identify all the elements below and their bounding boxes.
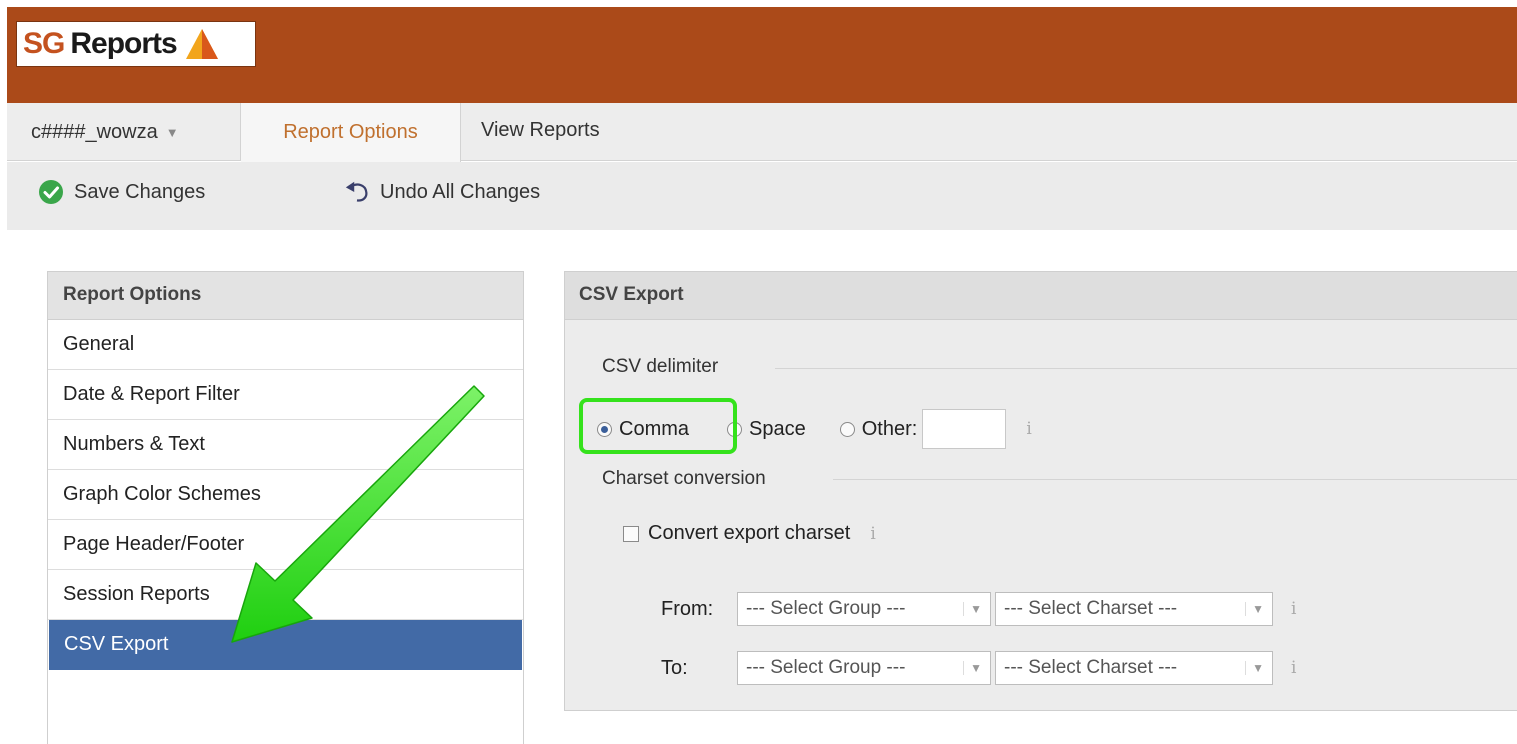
tab-report-options-label: Report Options <box>283 121 418 143</box>
sidebar-item-csv-export[interactable]: CSV Export <box>49 620 522 670</box>
charset-conversion-legend: Charset conversion <box>602 468 766 489</box>
radio-space-label: Space <box>749 417 806 440</box>
logo-mark-icon <box>185 29 218 59</box>
chevron-down-icon: ▼ <box>165 124 179 140</box>
convert-charset-row: Convert export charset i <box>623 522 876 545</box>
sidebar-title: Report Options <box>48 272 523 320</box>
chevron-down-icon: ▼ <box>1245 661 1264 675</box>
delimiter-option-space[interactable]: Space <box>727 418 806 441</box>
app-logo[interactable]: SG Reports <box>16 21 256 67</box>
from-group-select[interactable]: --- Select Group --- ▼ <box>737 592 991 626</box>
tab-view-reports-label: View Reports <box>481 119 600 141</box>
from-charset-select[interactable]: --- Select Charset --- ▼ <box>995 592 1273 626</box>
to-charset-select[interactable]: --- Select Charset --- ▼ <box>995 651 1273 685</box>
from-label: From: <box>661 597 714 620</box>
tab-report-options[interactable]: Report Options <box>241 103 461 162</box>
csv-export-panel: CSV Export CSV delimiter Comma Space Oth… <box>564 271 1517 711</box>
sidebar-item-numbers-text[interactable]: Numbers & Text <box>48 420 523 470</box>
logo-text-reports: Reports <box>70 27 177 60</box>
csv-delimiter-legend: CSV delimiter <box>602 356 719 377</box>
chevron-down-icon: ▼ <box>1245 602 1264 616</box>
to-group-select[interactable]: --- Select Group --- ▼ <box>737 651 991 685</box>
from-group-value: --- Select Group --- <box>746 598 906 619</box>
comma-highlight-box <box>579 398 737 454</box>
to-group-value: --- Select Group --- <box>746 657 906 678</box>
sidebar-item-date-report-filter[interactable]: Date & Report Filter <box>48 370 523 420</box>
radio-other[interactable] <box>839 421 855 437</box>
chevron-down-icon: ▼ <box>963 602 982 616</box>
legend-divider <box>833 479 1517 480</box>
from-charset-row: From: --- Select Group --- ▼ --- Select … <box>661 592 1296 626</box>
tab-bar: c####_wowza ▼ Report Options View Report… <box>7 103 1517 162</box>
undo-all-changes-button[interactable]: Undo All Changes <box>344 179 540 205</box>
convert-charset-label: Convert export charset <box>648 522 851 544</box>
to-charset-value: --- Select Charset --- <box>1004 657 1178 678</box>
convert-charset-checkbox[interactable] <box>623 525 639 542</box>
from-info-icon[interactable]: i <box>1291 599 1296 619</box>
logo-text-sg: SG <box>23 27 65 60</box>
check-circle-icon <box>38 179 64 205</box>
save-changes-button[interactable]: Save Changes <box>38 179 205 205</box>
convert-info-icon[interactable]: i <box>870 524 875 544</box>
report-options-sidebar: Report Options General Date & Report Fil… <box>47 271 524 744</box>
sidebar-item-page-header-footer[interactable]: Page Header/Footer <box>48 520 523 570</box>
chevron-down-icon: ▼ <box>963 661 982 675</box>
to-label: To: <box>661 656 688 679</box>
legend-divider <box>775 368 1517 369</box>
to-charset-row: To: --- Select Group --- ▼ --- Select Ch… <box>661 651 1296 685</box>
convert-charset-option[interactable]: Convert export charset <box>623 522 850 545</box>
undo-all-changes-label: Undo All Changes <box>380 180 541 203</box>
delimiter-info-icon[interactable]: i <box>1026 419 1031 439</box>
other-delimiter-input[interactable] <box>922 409 1007 449</box>
toolbar: Save Changes Undo All Changes <box>7 162 1517 230</box>
sidebar-item-session-reports[interactable]: Session Reports <box>48 570 523 620</box>
account-dropdown[interactable]: c####_wowza ▼ <box>7 103 241 161</box>
sidebar-item-general[interactable]: General <box>48 320 523 370</box>
to-info-icon[interactable]: i <box>1291 658 1296 678</box>
radio-other-label: Other: <box>861 417 918 440</box>
undo-arrow-icon <box>344 179 370 205</box>
save-changes-label: Save Changes <box>74 180 206 203</box>
from-charset-value: --- Select Charset --- <box>1004 598 1178 619</box>
delimiter-option-other[interactable]: Other: <box>839 417 918 441</box>
tab-view-reports[interactable]: View Reports <box>481 103 651 161</box>
sidebar-item-graph-color-schemes[interactable]: Graph Color Schemes <box>48 470 523 520</box>
account-label: c####_wowza <box>31 120 158 143</box>
panel-title: CSV Export <box>565 272 1517 320</box>
app-header: SG Reports <box>7 7 1517 103</box>
